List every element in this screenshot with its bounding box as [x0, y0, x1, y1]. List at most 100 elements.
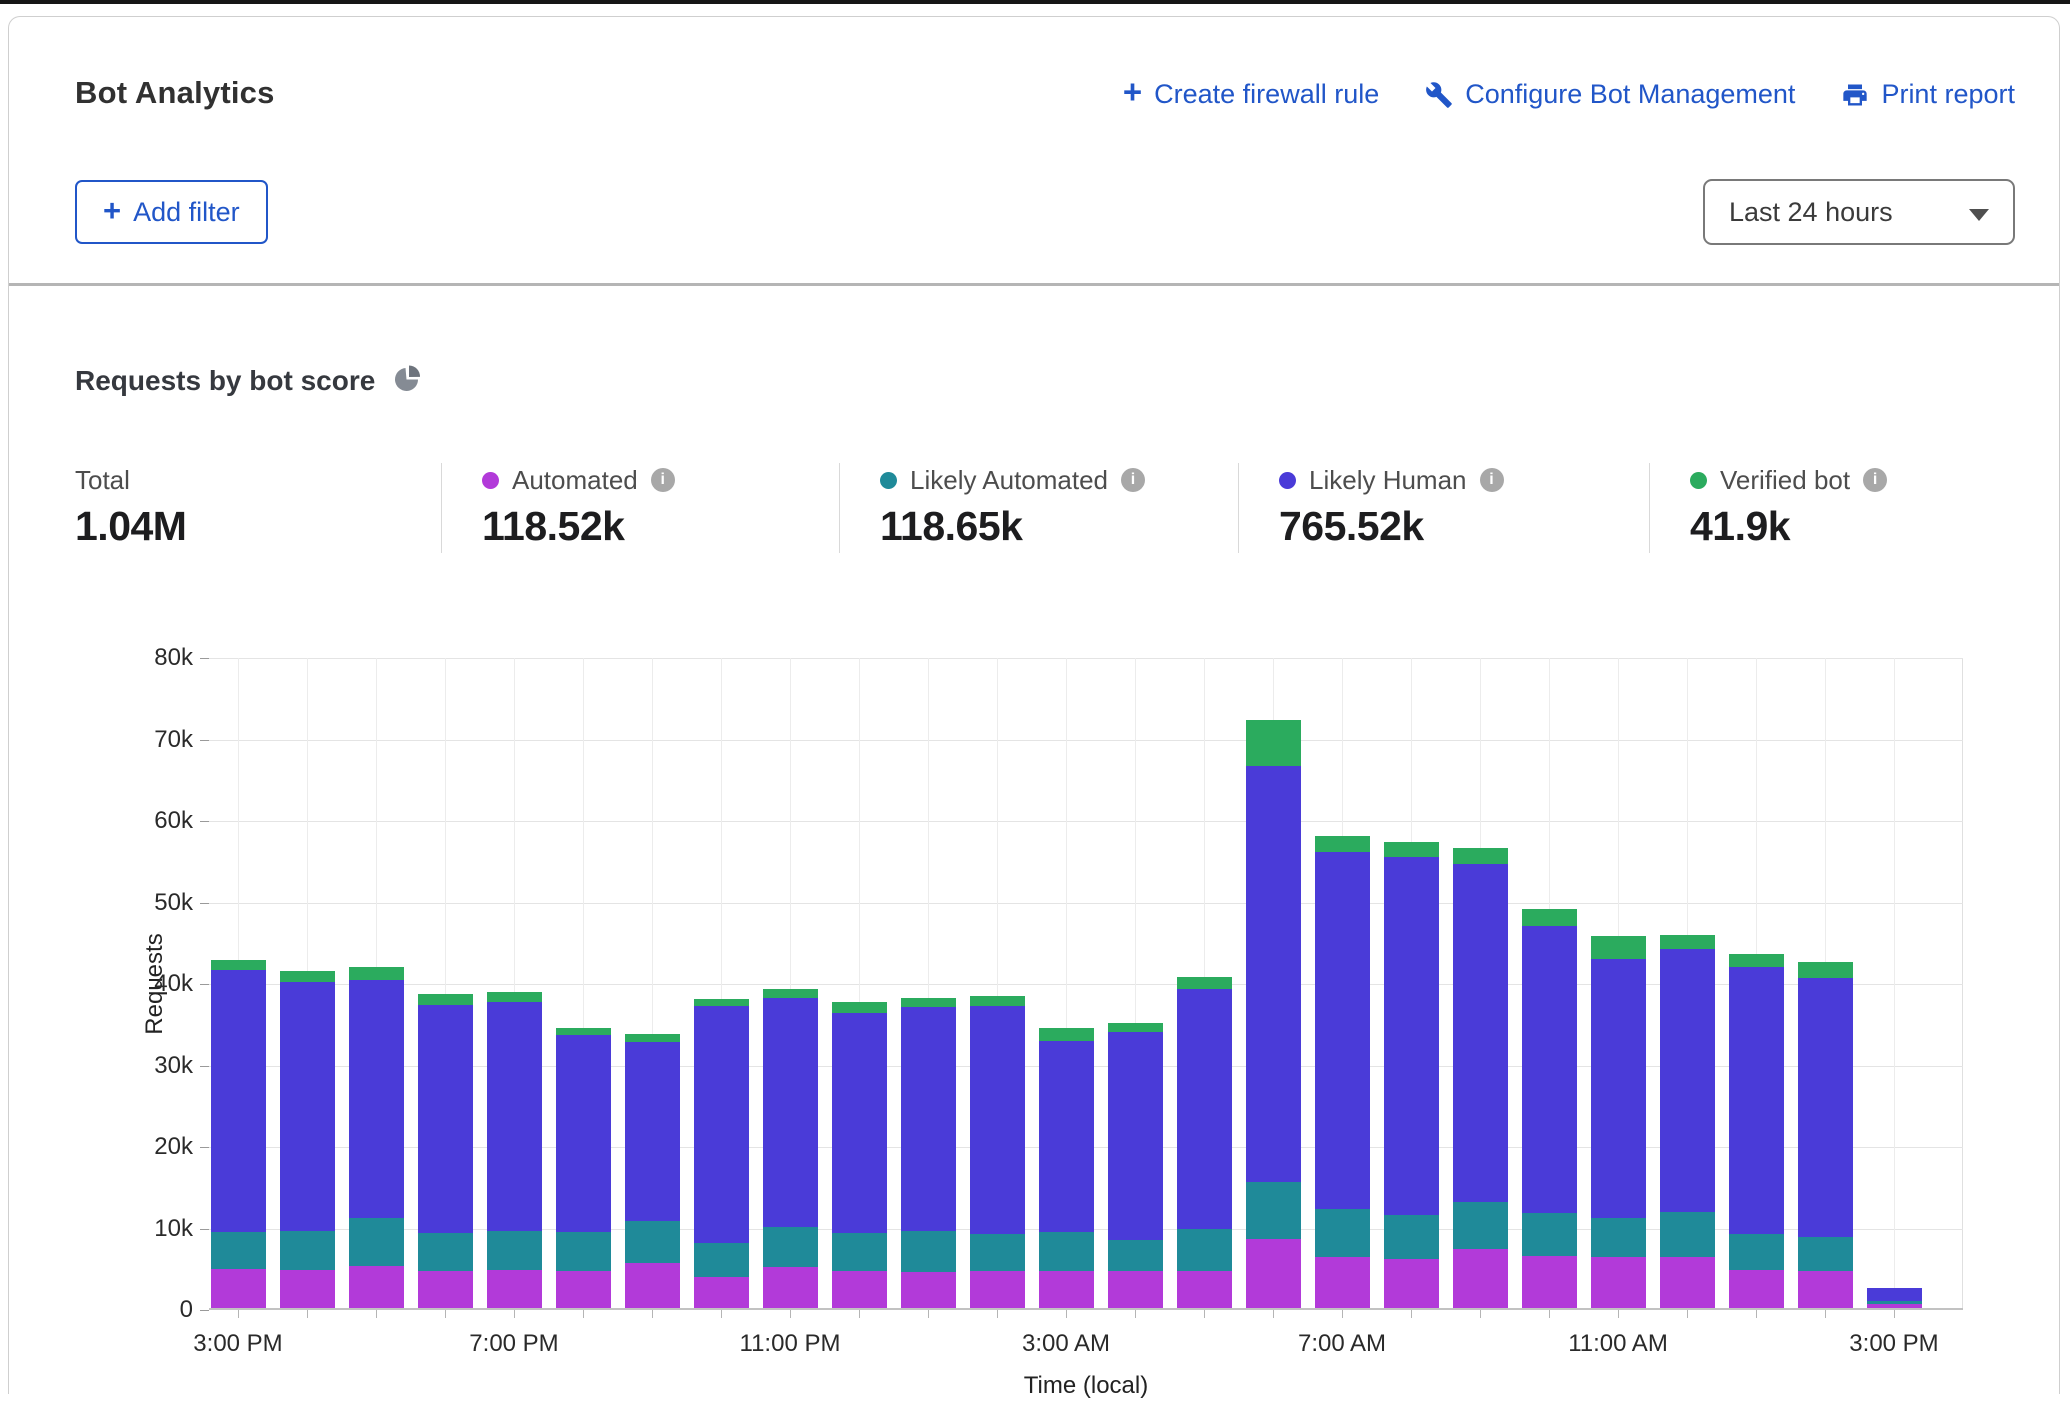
- segment-automated[interactable]: [1315, 1257, 1370, 1308]
- segment-automated[interactable]: [1246, 1239, 1301, 1308]
- bar-0[interactable]: [211, 960, 266, 1308]
- segment-verified-bot[interactable]: [211, 960, 266, 970]
- bar-24[interactable]: [1867, 1288, 1922, 1308]
- segment-likely-human[interactable]: [1798, 978, 1853, 1237]
- bar-15[interactable]: [1246, 720, 1301, 1308]
- bar-4[interactable]: [487, 992, 542, 1308]
- segment-verified-bot[interactable]: [556, 1028, 611, 1035]
- segment-likely-automated[interactable]: [418, 1233, 473, 1271]
- segment-likely-human[interactable]: [970, 1006, 1025, 1234]
- segment-likely-human[interactable]: [1177, 989, 1232, 1229]
- segment-likely-human[interactable]: [280, 982, 335, 1231]
- segment-likely-human[interactable]: [1039, 1041, 1094, 1233]
- segment-verified-bot[interactable]: [1315, 836, 1370, 852]
- segment-automated[interactable]: [1591, 1257, 1646, 1308]
- segment-automated[interactable]: [1729, 1270, 1784, 1308]
- segment-verified-bot[interactable]: [694, 999, 749, 1006]
- segment-automated[interactable]: [280, 1270, 335, 1308]
- bar-21[interactable]: [1660, 935, 1715, 1308]
- segment-verified-bot[interactable]: [832, 1002, 887, 1013]
- segment-likely-automated[interactable]: [349, 1218, 404, 1265]
- segment-likely-automated[interactable]: [694, 1243, 749, 1277]
- bar-20[interactable]: [1591, 936, 1646, 1308]
- segment-likely-automated[interactable]: [1108, 1240, 1163, 1271]
- segment-verified-bot[interactable]: [349, 967, 404, 979]
- segment-verified-bot[interactable]: [1108, 1023, 1163, 1032]
- segment-automated[interactable]: [832, 1271, 887, 1308]
- segment-verified-bot[interactable]: [901, 998, 956, 1007]
- add-filter-button[interactable]: Add filter: [75, 180, 268, 244]
- segment-likely-human[interactable]: [418, 1005, 473, 1233]
- segment-likely-automated[interactable]: [1729, 1234, 1784, 1270]
- bar-12[interactable]: [1039, 1028, 1094, 1308]
- segment-likely-automated[interactable]: [832, 1233, 887, 1270]
- segment-automated[interactable]: [694, 1277, 749, 1308]
- bar-17[interactable]: [1384, 842, 1439, 1308]
- segment-likely-automated[interactable]: [763, 1227, 818, 1268]
- segment-automated[interactable]: [1453, 1249, 1508, 1308]
- segment-likely-human[interactable]: [1315, 852, 1370, 1209]
- segment-automated[interactable]: [418, 1271, 473, 1308]
- segment-automated[interactable]: [556, 1271, 611, 1308]
- segment-likely-automated[interactable]: [1660, 1212, 1715, 1257]
- segment-verified-bot[interactable]: [1660, 935, 1715, 949]
- segment-verified-bot[interactable]: [970, 996, 1025, 1006]
- info-icon[interactable]: [651, 468, 675, 492]
- bar-3[interactable]: [418, 994, 473, 1308]
- segment-likely-human[interactable]: [1522, 926, 1577, 1214]
- segment-likely-automated[interactable]: [901, 1231, 956, 1272]
- bar-22[interactable]: [1729, 954, 1784, 1309]
- segment-automated[interactable]: [901, 1272, 956, 1308]
- segment-verified-bot[interactable]: [763, 989, 818, 999]
- segment-likely-human[interactable]: [625, 1042, 680, 1221]
- segment-automated[interactable]: [970, 1271, 1025, 1308]
- bar-19[interactable]: [1522, 909, 1577, 1308]
- segment-likely-human[interactable]: [556, 1035, 611, 1232]
- bar-13[interactable]: [1108, 1023, 1163, 1308]
- segment-likely-human[interactable]: [832, 1013, 887, 1233]
- segment-likely-automated[interactable]: [1384, 1215, 1439, 1259]
- segment-likely-automated[interactable]: [280, 1231, 335, 1270]
- segment-likely-automated[interactable]: [487, 1231, 542, 1269]
- segment-automated[interactable]: [1522, 1256, 1577, 1308]
- segment-verified-bot[interactable]: [1798, 962, 1853, 977]
- segment-likely-human[interactable]: [694, 1006, 749, 1242]
- segment-verified-bot[interactable]: [280, 971, 335, 982]
- bar-6[interactable]: [625, 1034, 680, 1308]
- segment-automated[interactable]: [625, 1263, 680, 1308]
- segment-automated[interactable]: [1660, 1257, 1715, 1308]
- segment-automated[interactable]: [349, 1266, 404, 1308]
- bar-11[interactable]: [970, 996, 1025, 1308]
- segment-likely-human[interactable]: [901, 1007, 956, 1231]
- segment-automated[interactable]: [1798, 1271, 1853, 1308]
- bar-9[interactable]: [832, 1002, 887, 1308]
- segment-likely-automated[interactable]: [211, 1232, 266, 1269]
- segment-automated[interactable]: [487, 1270, 542, 1308]
- bar-23[interactable]: [1798, 962, 1853, 1308]
- bar-1[interactable]: [280, 971, 335, 1308]
- segment-likely-human[interactable]: [1384, 857, 1439, 1216]
- segment-automated[interactable]: [1177, 1271, 1232, 1308]
- segment-automated[interactable]: [1108, 1271, 1163, 1308]
- info-icon[interactable]: [1480, 468, 1504, 492]
- bar-16[interactable]: [1315, 836, 1370, 1308]
- segment-verified-bot[interactable]: [1177, 977, 1232, 988]
- segment-verified-bot[interactable]: [1384, 842, 1439, 857]
- segment-automated[interactable]: [1867, 1304, 1922, 1308]
- segment-likely-automated[interactable]: [1246, 1182, 1301, 1239]
- segment-likely-automated[interactable]: [625, 1221, 680, 1263]
- segment-likely-automated[interactable]: [970, 1234, 1025, 1271]
- segment-likely-automated[interactable]: [1315, 1209, 1370, 1256]
- create-firewall-rule-link[interactable]: Create firewall rule: [1123, 79, 1379, 110]
- segment-likely-automated[interactable]: [1522, 1213, 1577, 1255]
- segment-likely-human[interactable]: [1660, 949, 1715, 1212]
- configure-bot-management-link[interactable]: Configure Bot Management: [1425, 79, 1795, 110]
- segment-likely-human[interactable]: [349, 980, 404, 1219]
- segment-verified-bot[interactable]: [625, 1034, 680, 1041]
- segment-verified-bot[interactable]: [1246, 720, 1301, 766]
- segment-automated[interactable]: [763, 1267, 818, 1308]
- segment-likely-automated[interactable]: [1039, 1232, 1094, 1271]
- segment-likely-automated[interactable]: [1177, 1229, 1232, 1271]
- segment-verified-bot[interactable]: [1453, 848, 1508, 864]
- segment-automated[interactable]: [1384, 1259, 1439, 1308]
